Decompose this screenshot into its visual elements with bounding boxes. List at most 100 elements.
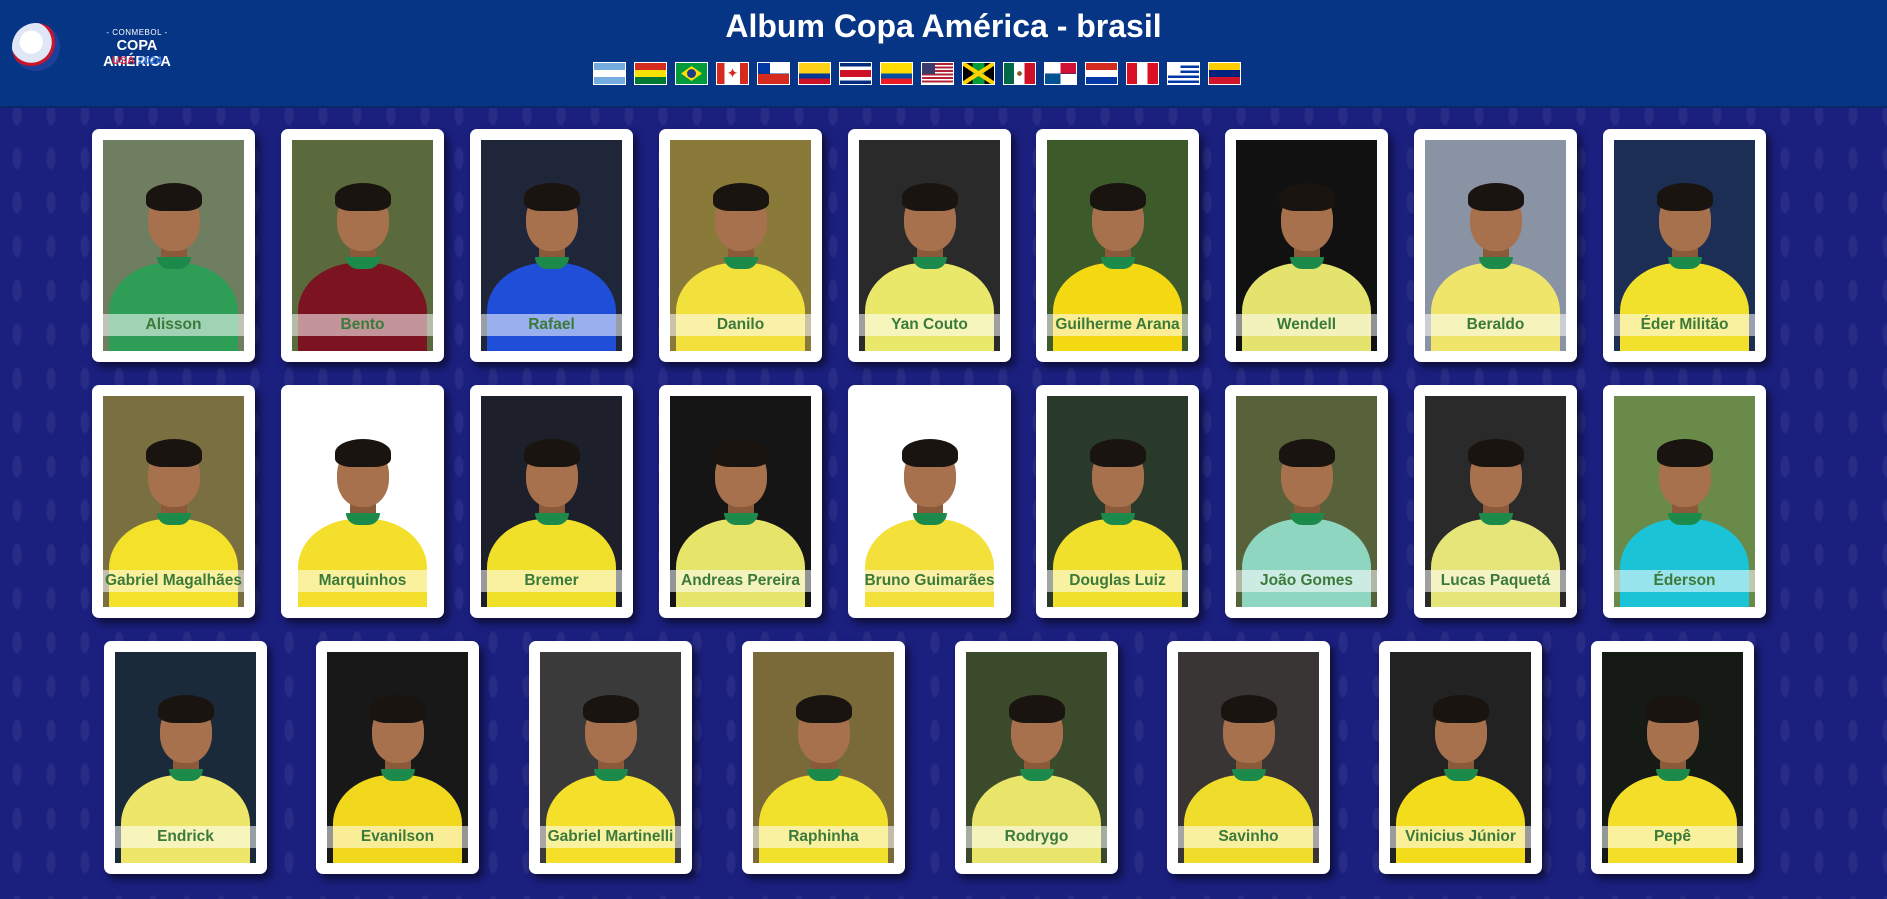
player-name: Rodrygo xyxy=(966,826,1107,848)
player-jersey xyxy=(1620,519,1749,607)
player-card[interactable]: Wendell xyxy=(1225,129,1388,362)
player-name: Bremer xyxy=(481,570,622,592)
player-hair xyxy=(1089,183,1146,211)
player-jersey xyxy=(972,775,1101,863)
player-card[interactable]: Douglas Luiz xyxy=(1036,385,1199,618)
player-card[interactable]: Gabriel Magalhães xyxy=(92,385,255,618)
player-photo: Raphinha xyxy=(753,652,894,863)
player-hair xyxy=(1656,183,1713,211)
player-jersey xyxy=(865,519,994,607)
player-photo: Guilherme Arana xyxy=(1047,140,1188,351)
player-hair xyxy=(145,439,202,467)
player-photo: Endrick xyxy=(115,652,256,863)
player-hair xyxy=(582,695,639,723)
player-photo: Rodrygo xyxy=(966,652,1107,863)
player-hair xyxy=(1089,439,1146,467)
player-card[interactable]: Lucas Paquetá xyxy=(1414,385,1577,618)
player-jersey xyxy=(1184,775,1313,863)
player-hair xyxy=(1278,183,1335,211)
player-card[interactable]: Éder Militão xyxy=(1603,129,1766,362)
player-card[interactable]: Éderson xyxy=(1603,385,1766,618)
player-card[interactable]: Evanilson xyxy=(316,641,479,874)
player-name: Evanilson xyxy=(327,826,468,848)
player-hair xyxy=(795,695,852,723)
player-jersey xyxy=(759,775,888,863)
player-name: Beraldo xyxy=(1425,314,1566,336)
player-photo: Danilo xyxy=(670,140,811,351)
player-name: Douglas Luiz xyxy=(1047,570,1188,592)
player-hair xyxy=(157,695,214,723)
player-card[interactable]: Savinho xyxy=(1167,641,1330,874)
player-jersey xyxy=(676,263,805,351)
player-card[interactable]: Raphinha xyxy=(742,641,905,874)
player-name: Endrick xyxy=(115,826,256,848)
player-photo: Gabriel Magalhães xyxy=(103,396,244,607)
player-jersey xyxy=(676,519,805,607)
player-photo: Marquinhos xyxy=(292,396,433,607)
player-jersey xyxy=(1053,263,1182,351)
player-hair xyxy=(1656,439,1713,467)
player-photo: Gabriel Martinelli xyxy=(540,652,681,863)
player-photo: Lucas Paquetá xyxy=(1425,396,1566,607)
player-name: Raphinha xyxy=(753,826,894,848)
player-card[interactable]: Bremer xyxy=(470,385,633,618)
player-name: Yan Couto xyxy=(859,314,1000,336)
player-jersey xyxy=(1431,263,1560,351)
sticker-album-grid: Alisson Bento Rafael Danilo Yan Couto Guilher… xyxy=(0,0,1887,899)
player-jersey xyxy=(298,263,427,351)
player-card[interactable]: Gabriel Martinelli xyxy=(529,641,692,874)
player-jersey xyxy=(487,519,616,607)
player-jersey xyxy=(109,519,238,607)
player-card[interactable]: Pepê xyxy=(1591,641,1754,874)
player-hair xyxy=(523,439,580,467)
player-jersey xyxy=(1242,263,1371,351)
player-card[interactable]: Bruno Guimarães xyxy=(848,385,1011,618)
player-card[interactable]: Bento xyxy=(281,129,444,362)
player-card[interactable]: Danilo xyxy=(659,129,822,362)
player-jersey xyxy=(487,263,616,351)
player-photo: Rafael xyxy=(481,140,622,351)
player-jersey xyxy=(298,519,427,607)
player-name: Vinicius Júnior xyxy=(1390,826,1531,848)
player-jersey xyxy=(1242,519,1371,607)
player-card[interactable]: Guilherme Arana xyxy=(1036,129,1199,362)
player-jersey xyxy=(333,775,462,863)
player-photo: Éderson xyxy=(1614,396,1755,607)
player-hair xyxy=(523,183,580,211)
player-hair xyxy=(1644,695,1701,723)
player-photo: Evanilson xyxy=(327,652,468,863)
player-card[interactable]: Endrick xyxy=(104,641,267,874)
player-card[interactable]: Rafael xyxy=(470,129,633,362)
player-photo: Yan Couto xyxy=(859,140,1000,351)
player-name: Alisson xyxy=(103,314,244,336)
player-hair xyxy=(145,183,202,211)
player-photo: Vinicius Júnior xyxy=(1390,652,1531,863)
player-card[interactable]: João Gomes xyxy=(1225,385,1388,618)
player-hair xyxy=(1467,183,1524,211)
player-jersey xyxy=(109,263,238,351)
player-card[interactable]: Vinicius Júnior xyxy=(1379,641,1542,874)
player-name: Danilo xyxy=(670,314,811,336)
player-jersey xyxy=(865,263,994,351)
player-name: Marquinhos xyxy=(292,570,433,592)
player-card[interactable]: Beraldo xyxy=(1414,129,1577,362)
player-photo: Beraldo xyxy=(1425,140,1566,351)
player-card[interactable]: Alisson xyxy=(92,129,255,362)
player-name: Rafael xyxy=(481,314,622,336)
player-hair xyxy=(1278,439,1335,467)
player-hair xyxy=(369,695,426,723)
player-card[interactable]: Yan Couto xyxy=(848,129,1011,362)
player-photo: João Gomes xyxy=(1236,396,1377,607)
player-photo: Bremer xyxy=(481,396,622,607)
player-hair xyxy=(712,439,769,467)
player-card[interactable]: Rodrygo xyxy=(955,641,1118,874)
player-photo: Savinho xyxy=(1178,652,1319,863)
player-card[interactable]: Andreas Pereira xyxy=(659,385,822,618)
player-card[interactable]: Marquinhos xyxy=(281,385,444,618)
player-photo: Pepê xyxy=(1602,652,1743,863)
player-jersey xyxy=(1396,775,1525,863)
player-jersey xyxy=(1431,519,1560,607)
player-photo: Wendell xyxy=(1236,140,1377,351)
player-jersey xyxy=(1608,775,1737,863)
player-photo: Douglas Luiz xyxy=(1047,396,1188,607)
